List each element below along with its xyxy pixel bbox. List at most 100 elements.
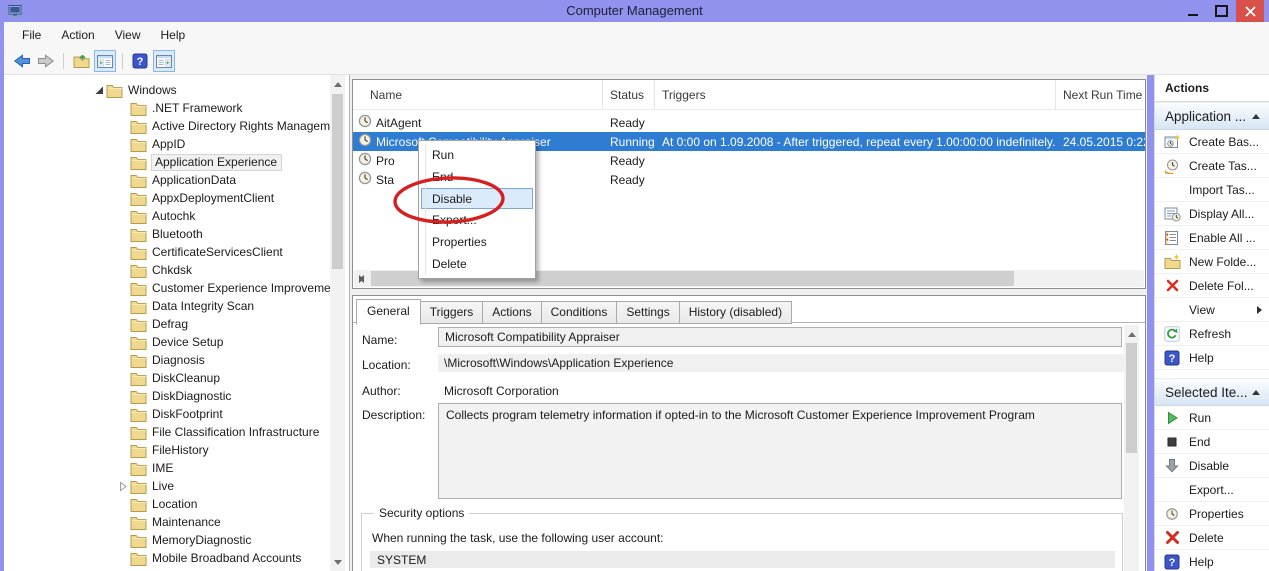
action-item-disable[interactable]: Disable	[1155, 454, 1269, 478]
details-vertical-scrollbar[interactable]	[1124, 325, 1139, 571]
action-item-import-tas[interactable]: Import Tas...	[1155, 178, 1269, 202]
back-arrow-button[interactable]	[11, 50, 33, 72]
expanded-icon[interactable]	[92, 84, 105, 97]
tree-item-ime[interactable]: IME	[4, 459, 349, 477]
action-item-refresh[interactable]: Refresh	[1155, 322, 1269, 346]
action-item-help[interactable]: ?Help	[1155, 346, 1269, 370]
scroll-up-button[interactable]	[1124, 326, 1139, 342]
tree-item-diskdiagnostic[interactable]: DiskDiagnostic	[4, 387, 349, 405]
tree-item-windows[interactable]: Windows	[4, 81, 349, 99]
titlebar[interactable]: Computer Management	[0, 0, 1269, 22]
action-item-create-bas[interactable]: Create Bas...	[1155, 130, 1269, 154]
tree-item-file-classification-infrastructure[interactable]: File Classification Infrastructure	[4, 423, 349, 441]
tree-item-application-experience[interactable]: Application Experience	[4, 153, 349, 171]
action-item-help[interactable]: ?Help	[1155, 550, 1269, 571]
tree-item-defrag[interactable]: Defrag	[4, 315, 349, 333]
action-item-delete[interactable]: Delete	[1155, 526, 1269, 550]
tree-item-appid[interactable]: AppID	[4, 135, 349, 153]
column-header-name[interactable]: Name	[353, 80, 603, 109]
expander-slot	[116, 228, 129, 241]
action-item-enable-all[interactable]: Enable All ...	[1155, 226, 1269, 250]
tree-item-live[interactable]: Live	[4, 477, 349, 495]
tree-item-certificateservicesclient[interactable]: CertificateServicesClient	[4, 243, 349, 261]
action-item-create-tas[interactable]: Create Tas...	[1155, 154, 1269, 178]
scroll-down-button[interactable]	[330, 554, 345, 570]
console-tree-button[interactable]	[94, 50, 116, 72]
task-description-field[interactable]: Collects program telemetry information i…	[438, 403, 1122, 499]
minimize-button[interactable]	[1180, 0, 1206, 22]
tree-item-applicationdata[interactable]: ApplicationData	[4, 171, 349, 189]
export-list-icon	[73, 53, 90, 69]
menubar-item-help[interactable]: Help	[151, 24, 196, 46]
menubar-item-view[interactable]: View	[105, 24, 151, 46]
tab-settings[interactable]: Settings	[616, 301, 679, 324]
column-header-triggers[interactable]: Triggers	[655, 80, 1056, 109]
action-pane-button[interactable]	[153, 50, 175, 72]
tab-history-disabled[interactable]: History (disabled)	[679, 301, 792, 324]
tree-item-label: AppxDeploymentClient	[151, 191, 278, 206]
tree-item-mobile-broadband-accounts[interactable]: Mobile Broadband Accounts	[4, 549, 349, 567]
column-header-status[interactable]: Status	[603, 80, 655, 109]
maximize-button[interactable]	[1208, 0, 1234, 22]
tree-item-net-framework[interactable]: .NET Framework	[4, 99, 349, 117]
task-author-value: Microsoft Corporation	[444, 384, 559, 398]
security-caption: When running the task, use the following…	[372, 531, 664, 545]
action-item-label: Help	[1189, 351, 1214, 365]
action-item-properties[interactable]: Properties	[1155, 502, 1269, 526]
menubar-item-action[interactable]: Action	[51, 24, 104, 46]
tree-item-chkdsk[interactable]: Chkdsk	[4, 261, 349, 279]
tree-item-appxdeploymentclient[interactable]: AppxDeploymentClient	[4, 189, 349, 207]
tree-item-diskfootprint[interactable]: DiskFootprint	[4, 405, 349, 423]
context-menu-item-end[interactable]: End	[419, 166, 535, 188]
action-item-new-folde[interactable]: New Folde...	[1155, 250, 1269, 274]
context-menu-item-delete[interactable]: Delete	[419, 253, 535, 275]
folder-icon	[130, 497, 147, 512]
column-header-next-run-time[interactable]: Next Run Time	[1056, 80, 1146, 109]
forward-arrow-button[interactable]	[35, 50, 57, 72]
scrollbar-thumb[interactable]	[1126, 343, 1137, 453]
collapsed-icon[interactable]	[116, 480, 129, 493]
tree-item-filehistory[interactable]: FileHistory	[4, 441, 349, 459]
menubar-item-file[interactable]: File	[12, 24, 51, 46]
pane-splitter[interactable]	[1147, 75, 1154, 571]
context-menu-item-properties[interactable]: Properties	[419, 231, 535, 253]
tab-conditions[interactable]: Conditions	[541, 301, 618, 324]
context-menu-item-export[interactable]: Export...	[419, 209, 535, 231]
tree-item-maintenance[interactable]: Maintenance	[4, 513, 349, 531]
export-list-button[interactable]	[70, 50, 92, 72]
task-row-aitagent[interactable]: AitAgentReady	[353, 113, 1145, 132]
tab-triggers[interactable]: Triggers	[420, 301, 484, 324]
actions-group-header-application[interactable]: Application ...	[1155, 102, 1269, 130]
tree-item-bluetooth[interactable]: Bluetooth	[4, 225, 349, 243]
help-button[interactable]: ?	[129, 50, 151, 72]
tree-item-diagnosis[interactable]: Diagnosis	[4, 351, 349, 369]
scroll-right-button[interactable]	[354, 270, 369, 287]
folder-icon	[130, 551, 147, 566]
tree-item-autochk[interactable]: Autochk	[4, 207, 349, 225]
action-item-display-all[interactable]: Display All...	[1155, 202, 1269, 226]
tree-item-active-directory-rights-manageme[interactable]: Active Directory Rights Manageme	[4, 117, 349, 135]
context-menu-item-disable[interactable]: Disable	[421, 188, 533, 209]
actions-group-header-selected-ite[interactable]: Selected Ite...	[1155, 378, 1269, 406]
tree-item-location[interactable]: Location	[4, 495, 349, 513]
scroll-up-button[interactable]	[330, 76, 345, 92]
action-item-view[interactable]: View	[1155, 298, 1269, 322]
task-name-field[interactable]: Microsoft Compatibility Appraiser	[438, 327, 1122, 347]
tree-item-item[interactable]	[4, 567, 349, 571]
tab-actions[interactable]: Actions	[482, 301, 541, 324]
action-item-export[interactable]: Export...	[1155, 478, 1269, 502]
action-item-delete-fol[interactable]: Delete Fol...	[1155, 274, 1269, 298]
tree-item-memorydiagnostic[interactable]: MemoryDiagnostic	[4, 531, 349, 549]
tree-item-customer-experience-improvemen[interactable]: Customer Experience Improvemen	[4, 279, 349, 297]
context-menu: RunEndDisableExport...PropertiesDelete	[418, 140, 536, 279]
tree-vertical-scrollbar[interactable]	[330, 75, 345, 571]
tree-item-data-integrity-scan[interactable]: Data Integrity Scan	[4, 297, 349, 315]
action-item-run[interactable]: Run	[1155, 406, 1269, 430]
tab-general[interactable]: General	[356, 299, 421, 325]
action-item-end[interactable]: End	[1155, 430, 1269, 454]
context-menu-item-run[interactable]: Run	[419, 144, 535, 166]
tree-item-device-setup[interactable]: Device Setup	[4, 333, 349, 351]
close-button[interactable]	[1236, 0, 1264, 22]
tree-item-diskcleanup[interactable]: DiskCleanup	[4, 369, 349, 387]
scrollbar-thumb[interactable]	[332, 94, 343, 269]
